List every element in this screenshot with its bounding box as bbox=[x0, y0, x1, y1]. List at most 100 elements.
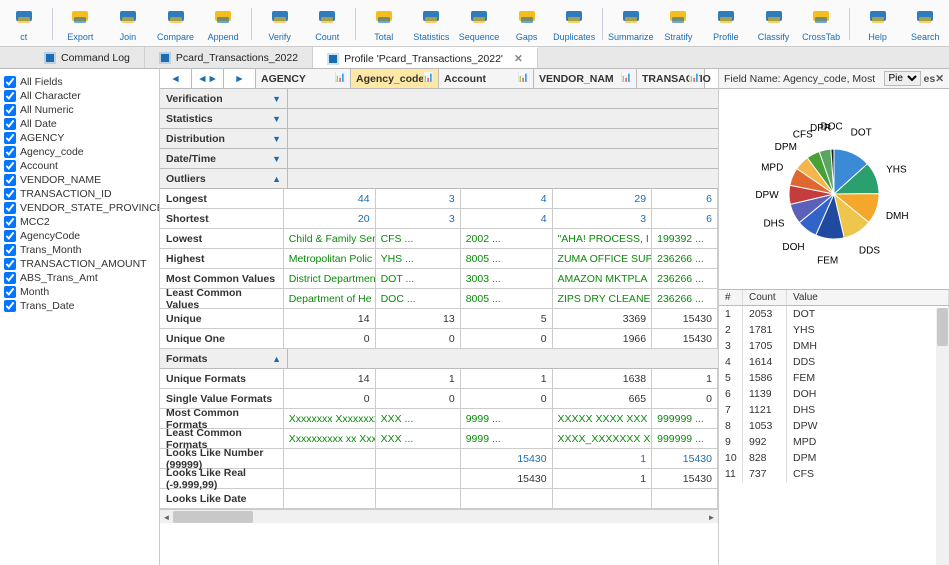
section-verification[interactable]: Verification▼ bbox=[160, 89, 718, 109]
count-row[interactable]: 10828DPM bbox=[719, 450, 949, 466]
field-row[interactable]: All Fields bbox=[4, 75, 155, 89]
field-checkbox[interactable] bbox=[4, 132, 16, 144]
field-checkbox[interactable] bbox=[4, 230, 16, 242]
section-distribution[interactable]: Distribution▼ bbox=[160, 129, 718, 149]
tab-profile-pcard[interactable]: Profile 'Pcard_Transactions_2022'✕ bbox=[313, 47, 538, 68]
count-row[interactable]: 12053DOT bbox=[719, 306, 949, 322]
sequence-button[interactable]: Sequence bbox=[455, 4, 503, 44]
section-formats[interactable]: Formats▲ bbox=[160, 349, 718, 369]
field-row[interactable]: All Date bbox=[4, 117, 155, 131]
nav-last-icon[interactable]: ► bbox=[224, 69, 256, 88]
field-checkbox[interactable] bbox=[4, 244, 16, 256]
column-header-agency[interactable]: AGENCY📊 bbox=[256, 69, 351, 88]
field-row[interactable]: Agency_code bbox=[4, 145, 155, 159]
field-row[interactable]: VENDOR_STATE_PROVINCE bbox=[4, 201, 155, 215]
scroll-left-icon[interactable]: ◄ bbox=[160, 510, 173, 524]
profile-button[interactable]: Profile bbox=[702, 4, 750, 44]
column-chart-icon[interactable]: 📊 bbox=[689, 72, 700, 83]
expand-icon[interactable]: ▼ bbox=[272, 114, 281, 124]
field-checkbox[interactable] bbox=[4, 216, 16, 228]
total-button[interactable]: Total bbox=[360, 4, 408, 44]
field-checkbox[interactable] bbox=[4, 188, 16, 200]
chart-expand-icon[interactable]: es✕ bbox=[924, 73, 944, 85]
column-chart-icon[interactable]: 📊 bbox=[518, 72, 529, 83]
count-button[interactable]: Count bbox=[303, 4, 351, 44]
export-button[interactable]: Export bbox=[57, 4, 105, 44]
field-row[interactable]: All Character bbox=[4, 89, 155, 103]
field-checkbox[interactable] bbox=[4, 146, 16, 158]
expand-icon[interactable]: ▼ bbox=[272, 134, 281, 144]
duplicates-button[interactable]: Duplicates bbox=[550, 4, 598, 44]
compare-button[interactable]: Compare bbox=[152, 4, 200, 44]
tab-command-log[interactable]: Command Log bbox=[30, 47, 145, 68]
nav-first-icon[interactable]: ◄ bbox=[160, 69, 192, 88]
field-checkbox[interactable] bbox=[4, 76, 16, 88]
collapse-icon[interactable]: ▲ bbox=[272, 174, 281, 184]
statistics-button[interactable]: Statistics bbox=[408, 4, 456, 44]
field-row[interactable]: All Numeric bbox=[4, 103, 155, 117]
vertical-scrollbar[interactable] bbox=[936, 308, 949, 565]
scroll-thumb[interactable] bbox=[173, 511, 253, 523]
append-button[interactable]: Append bbox=[199, 4, 247, 44]
column-header-agency_code[interactable]: Agency_code📊 bbox=[351, 69, 439, 88]
contact-button[interactable]: ct bbox=[0, 4, 48, 44]
tab-pcard-transactions[interactable]: Pcard_Transactions_2022 bbox=[145, 47, 313, 68]
section-statistics[interactable]: Statistics▼ bbox=[160, 109, 718, 129]
field-row[interactable]: ABS_Trans_Amt bbox=[4, 271, 155, 285]
classify-button[interactable]: Classify bbox=[750, 4, 798, 44]
column-chart-icon[interactable]: 📊 bbox=[335, 72, 346, 83]
field-checkbox[interactable] bbox=[4, 174, 16, 186]
field-checkbox[interactable] bbox=[4, 300, 16, 312]
stratify-button[interactable]: Stratify bbox=[655, 4, 703, 44]
count-row[interactable]: 81053DPW bbox=[719, 418, 949, 434]
field-row[interactable]: TRANSACTION_ID bbox=[4, 187, 155, 201]
collapse-icon[interactable]: ▲ bbox=[272, 354, 281, 364]
column-header-vendor_nam[interactable]: VENDOR_NAM📊 bbox=[534, 69, 637, 88]
field-row[interactable]: MCC2 bbox=[4, 215, 155, 229]
column-chart-icon[interactable]: 📊 bbox=[621, 72, 632, 83]
field-row[interactable]: AgencyCode bbox=[4, 229, 155, 243]
join-button[interactable]: Join bbox=[104, 4, 152, 44]
column-chart-icon[interactable]: 📊 bbox=[423, 72, 434, 83]
field-row[interactable]: TRANSACTION_AMOUNT bbox=[4, 257, 155, 271]
count-row[interactable]: 61139DOH bbox=[719, 386, 949, 402]
chart-type-select[interactable]: Pie bbox=[884, 71, 921, 86]
field-row[interactable]: Account bbox=[4, 159, 155, 173]
vscroll-thumb[interactable] bbox=[937, 308, 948, 346]
count-row[interactable]: 51586FEM bbox=[719, 370, 949, 386]
field-row[interactable]: Month bbox=[4, 285, 155, 299]
column-header-account[interactable]: Account📊 bbox=[439, 69, 534, 88]
field-checkbox[interactable] bbox=[4, 104, 16, 116]
section-outliers[interactable]: Outliers▲ bbox=[160, 169, 718, 189]
summarize-button[interactable]: Summarize bbox=[607, 4, 655, 44]
count-row[interactable]: 71121DHS bbox=[719, 402, 949, 418]
field-checkbox[interactable] bbox=[4, 258, 16, 270]
nav-resize-icon[interactable]: ◄► bbox=[192, 69, 224, 88]
field-checkbox[interactable] bbox=[4, 286, 16, 298]
tab-close-icon[interactable]: ✕ bbox=[514, 53, 523, 65]
count-row[interactable]: 21781YHS bbox=[719, 322, 949, 338]
field-checkbox[interactable] bbox=[4, 90, 16, 102]
count-row[interactable]: 41614DDS bbox=[719, 354, 949, 370]
field-checkbox[interactable] bbox=[4, 118, 16, 130]
expand-icon[interactable]: ▼ bbox=[272, 154, 281, 164]
field-row[interactable]: Trans_Date bbox=[4, 299, 155, 313]
field-row[interactable]: Trans_Month bbox=[4, 243, 155, 257]
count-row[interactable]: 31705DMH bbox=[719, 338, 949, 354]
count-row[interactable]: 9992MPD bbox=[719, 434, 949, 450]
section-datetime[interactable]: Date/Time▼ bbox=[160, 149, 718, 169]
help-button[interactable]: Help bbox=[854, 4, 902, 44]
field-row[interactable]: AGENCY bbox=[4, 131, 155, 145]
field-checkbox[interactable] bbox=[4, 272, 16, 284]
count-row[interactable]: 11737CFS bbox=[719, 466, 949, 482]
verify-button[interactable]: Verify bbox=[256, 4, 304, 44]
search-button[interactable]: Search bbox=[901, 4, 949, 44]
expand-icon[interactable]: ▼ bbox=[272, 94, 281, 104]
field-checkbox[interactable] bbox=[4, 160, 16, 172]
scroll-right-icon[interactable]: ► bbox=[705, 510, 718, 524]
crosstab-button[interactable]: CrossTab bbox=[797, 4, 845, 44]
column-header-transactio[interactable]: TRANSACTIO📊 bbox=[637, 69, 705, 88]
horizontal-scrollbar[interactable]: ◄ ► bbox=[160, 509, 718, 523]
gaps-button[interactable]: Gaps bbox=[503, 4, 551, 44]
field-row[interactable]: VENDOR_NAME bbox=[4, 173, 155, 187]
